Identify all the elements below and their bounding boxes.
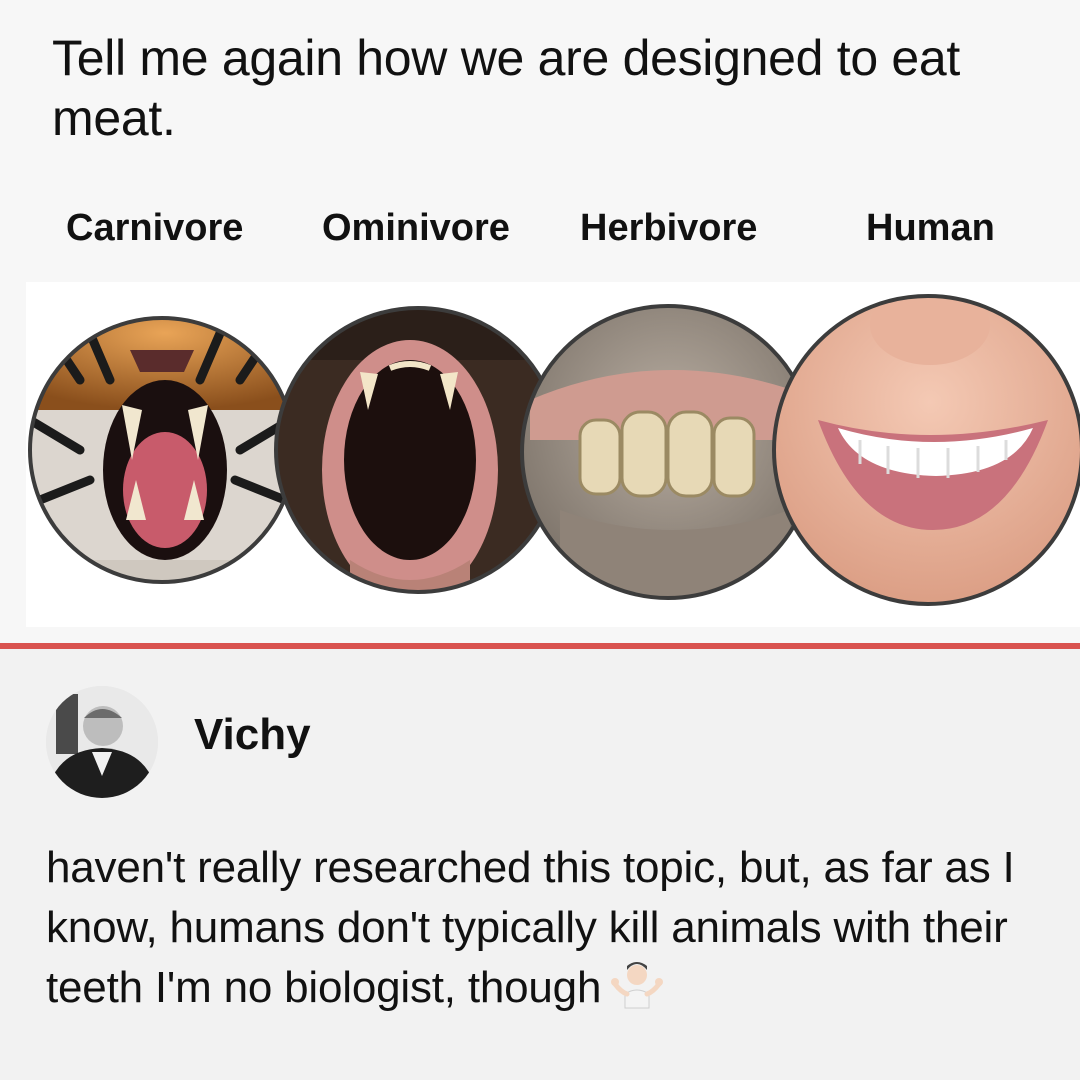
user-avatar-image [46, 686, 158, 798]
meme-image: Tell me again how we are designed to eat… [0, 0, 1080, 645]
human-smile-photo [772, 294, 1080, 606]
mouth-photos [28, 294, 1080, 606]
comment-author-name[interactable]: Vichy [194, 708, 311, 762]
tiger-mouth-photo [28, 316, 296, 584]
avatar[interactable] [46, 686, 158, 798]
comment-body: haven't really researched this topic, bu… [46, 843, 1015, 1012]
person-shrugging-emoji-icon [611, 958, 664, 1010]
comment-text: haven't really researched this topic, bu… [46, 838, 1076, 1018]
